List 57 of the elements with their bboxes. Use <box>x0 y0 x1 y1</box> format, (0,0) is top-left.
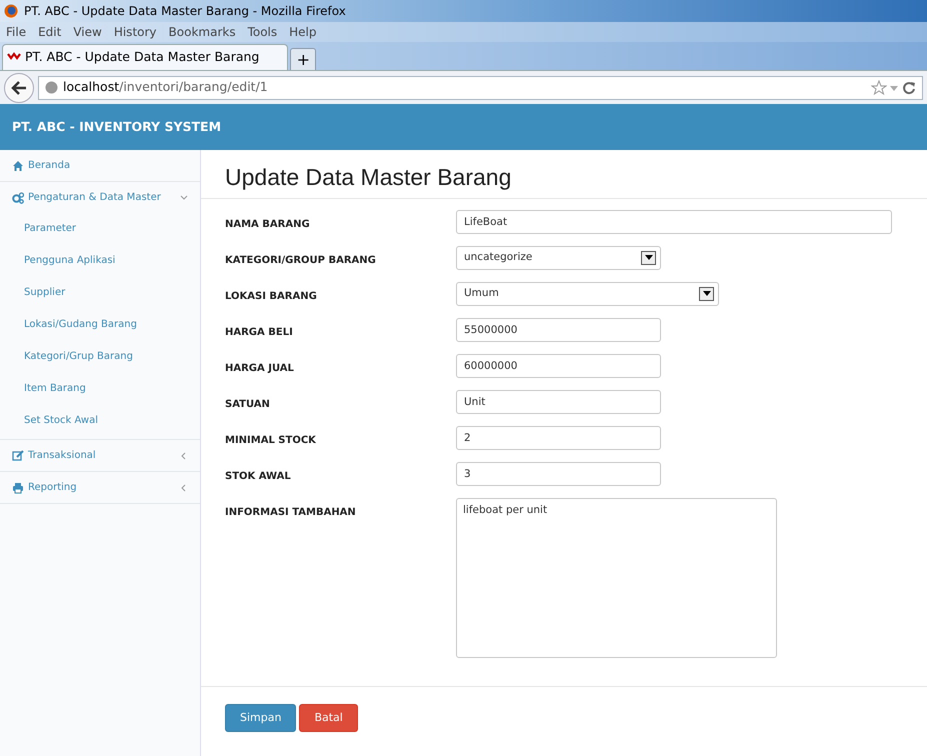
select-field[interactable]: uncategorize <box>456 246 661 270</box>
textarea-field[interactable]: lifeboat per unit <box>456 498 777 658</box>
input-field[interactable]: LifeBoat <box>456 210 892 234</box>
sidebar-subitem[interactable]: Item Barang <box>0 373 200 405</box>
star-icon[interactable] <box>870 80 886 96</box>
field-label: HARGA BELI <box>225 326 294 340</box>
select-field[interactable]: Umum <box>456 282 719 306</box>
sidebar-subitem[interactable]: Supplier <box>0 277 200 309</box>
menu-item[interactable]: Edit <box>38 23 62 41</box>
field-label: SATUAN <box>225 398 271 412</box>
field-label: MINIMAL STOCK <box>225 434 317 448</box>
globe-icon <box>45 81 58 94</box>
gears-icon <box>12 192 24 204</box>
url-text: localhost/inventori/barang/edit/1 <box>63 78 268 96</box>
field-label: LOKASI BARANG <box>225 290 318 304</box>
sidebar-subitem[interactable]: Pengguna Aplikasi <box>0 245 200 277</box>
reload-icon[interactable] <box>902 80 916 96</box>
sidebar-subitem[interactable]: Kategori/Grup Barang <box>0 341 200 373</box>
menu-item[interactable]: Help <box>289 23 316 41</box>
field-label: HARGA JUAL <box>225 362 295 376</box>
cancel-button[interactable]: Batal <box>299 704 358 732</box>
new-tab-button[interactable]: + <box>290 48 316 70</box>
sidebar-item[interactable]: Beranda <box>0 150 200 182</box>
input-field[interactable]: 60000000 <box>456 354 661 378</box>
caret-icon <box>644 255 652 260</box>
sidebar-subitem[interactable]: Lokasi/Gudang Barang <box>0 309 200 341</box>
field-label: NAMA BARANG <box>225 218 311 232</box>
sidebar-subitem[interactable]: Set Stock Awal <box>0 405 200 437</box>
sidebar-subitem[interactable]: Parameter <box>0 213 200 245</box>
window-title: PT. ABC - Update Data Master Barang - Mozilla Firefox <box>24 3 346 20</box>
sidebar-item[interactable]: Transaksional <box>0 440 200 472</box>
save-button[interactable]: Simpan <box>225 704 296 732</box>
field-label: INFORMASI TAMBAHAN <box>225 506 357 520</box>
back-button[interactable] <box>4 72 34 102</box>
browser-tab[interactable]: PT. ABC - Update Data Master Barang <box>2 44 288 70</box>
field-label: KATEGORI/GROUP BARANG <box>225 254 377 268</box>
menu-item[interactable]: File <box>6 23 26 41</box>
menu-item[interactable]: Tools <box>248 23 278 41</box>
field-label: STOK AWAL <box>225 470 292 484</box>
back-arrow-icon <box>11 80 27 94</box>
input-field[interactable]: 55000000 <box>456 318 661 342</box>
browser-logo-icon <box>4 4 18 18</box>
app-title: PT. ABC - INVENTORY SYSTEM <box>12 118 222 136</box>
edit-icon <box>12 450 24 462</box>
sidebar-item[interactable]: Reporting <box>0 472 200 504</box>
home-icon <box>12 160 24 172</box>
address-bar[interactable]: localhost/inventori/barang/edit/1 <box>38 76 923 100</box>
caret-icon <box>702 291 710 296</box>
input-field[interactable]: 2 <box>456 426 661 450</box>
printer-icon <box>12 482 24 494</box>
input-field[interactable]: 3 <box>456 462 661 486</box>
menu-item[interactable]: Bookmarks <box>168 23 236 41</box>
input-field[interactable]: Unit <box>456 390 661 414</box>
page-title: Update Data Master Barang <box>201 150 927 199</box>
menu-item[interactable]: View <box>73 23 102 41</box>
sidebar-item[interactable]: Pengaturan & Data Master <box>0 182 200 213</box>
menu-item[interactable]: History <box>114 23 157 41</box>
